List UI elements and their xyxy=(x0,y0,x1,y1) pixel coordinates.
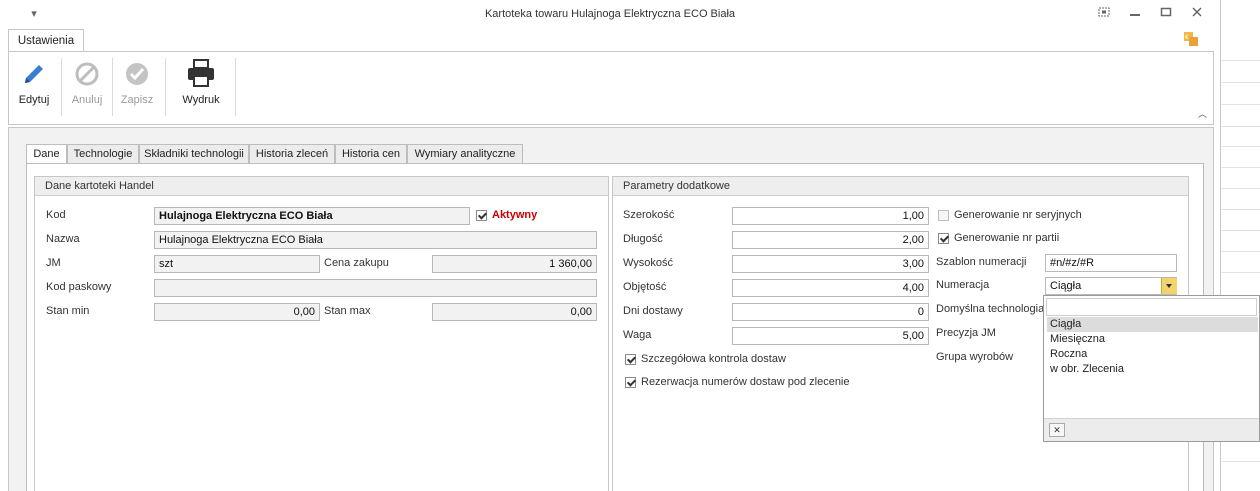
tab-wymiary-analityczne[interactable]: Wymiary analityczne xyxy=(407,144,523,165)
aktywny-label: Aktywny xyxy=(492,209,538,221)
close-icon[interactable] xyxy=(1189,6,1205,22)
svg-text:€: € xyxy=(1185,34,1189,41)
collapse-ribbon-icon[interactable]: ︿ xyxy=(1198,107,1207,120)
window-title: Kartoteka towaru Hulajnoga Elektryczna E… xyxy=(484,8,736,20)
cena-zakupu-field[interactable]: 1 360,00 xyxy=(432,255,597,273)
stan-max-label: Stan max xyxy=(324,305,371,317)
group-dane-kartoteki: Dane kartoteki Handel Kod Hulajnoga Elek… xyxy=(34,176,609,491)
generowanie-partii-label: Generowanie nr partii xyxy=(954,232,1060,244)
language-icon[interactable]: € xyxy=(1184,32,1198,46)
dropdown-filter-field[interactable] xyxy=(1046,298,1257,316)
tab-page-dane: Dane kartoteki Handel Kod Hulajnoga Elek… xyxy=(26,163,1204,491)
jm-field[interactable]: szt xyxy=(154,255,320,273)
objetosc-field[interactable]: 4,00 xyxy=(732,279,929,297)
ribbon-tab-settings[interactable]: Ustawienia xyxy=(8,29,84,52)
kod-label: Kod xyxy=(46,209,66,221)
szablon-numeracji-field[interactable]: #n/#z/#R xyxy=(1045,254,1177,272)
szczegolowa-kontrola-label: Szczegółowa kontrola dostaw xyxy=(641,353,786,365)
objetosc-label: Objętość xyxy=(623,281,667,293)
tab-historia-cen[interactable]: Historia cen xyxy=(335,144,407,165)
title-bar: ▾ Kartoteka towaru Hulajnoga Elektryczna… xyxy=(0,0,1220,28)
generowanie-seryjnych-label: Generowanie nr seryjnych xyxy=(954,209,1082,221)
kod-paskowy-label: Kod paskowy xyxy=(46,281,112,293)
nazwa-field[interactable]: Hulajnoga Elektryczna ECO Biała xyxy=(154,231,597,249)
save-button-label: Zapisz xyxy=(120,94,154,106)
numeracja-label: Numeracja xyxy=(936,279,990,291)
group-title: Parametry dodatkowe xyxy=(613,177,1188,196)
tab-skladniki-technologii[interactable]: Składniki technologii xyxy=(139,144,249,165)
item-card-window: ▾ Kartoteka towaru Hulajnoga Elektryczna… xyxy=(0,0,1221,491)
dropdown-option-miesieczna[interactable]: Miesięczna xyxy=(1047,332,1258,347)
kod-paskowy-field[interactable] xyxy=(154,279,597,297)
cancel-button-label: Anuluj xyxy=(71,94,103,106)
nazwa-label: Nazwa xyxy=(46,233,80,245)
checkmark-icon xyxy=(126,63,148,85)
kod-field[interactable]: Hulajnoga Elektryczna ECO Biała xyxy=(154,207,470,225)
stan-min-field[interactable]: 0,00 xyxy=(154,303,320,321)
print-button[interactable]: Wydruk xyxy=(175,52,227,124)
stan-max-field[interactable]: 0,00 xyxy=(432,303,597,321)
numeracja-dropdown-list: Ciągła Miesięczna Roczna w obr. Zlecenia… xyxy=(1043,295,1260,442)
clear-selection-icon[interactable]: ✕ xyxy=(1049,423,1065,437)
cena-zakupu-label: Cena zakupu xyxy=(324,257,389,269)
precyzja-jm-label: Precyzja JM xyxy=(936,327,996,339)
content-area: Dane Technologie Składniki technologii H… xyxy=(8,127,1214,491)
dropdown-option-ciagla[interactable]: Ciągła xyxy=(1047,317,1258,332)
szerokosc-label: Szerokość xyxy=(623,209,675,221)
wysokosc-label: Wysokość xyxy=(623,257,674,269)
dlugosc-label: Długość xyxy=(623,233,663,245)
printer-icon xyxy=(188,59,214,87)
waga-label: Waga xyxy=(623,329,652,341)
domyslna-technologia-label: Domyślna technologia xyxy=(936,303,1045,315)
grupa-wyrobow-label: Grupa wyrobów xyxy=(936,351,1014,363)
numeracja-value: Ciągła xyxy=(1050,280,1082,292)
numeracja-select[interactable]: Ciągła xyxy=(1045,277,1177,295)
dropdown-option-w-obr-zlecenia[interactable]: w obr. Zlecenia xyxy=(1047,362,1258,377)
waga-field[interactable]: 5,00 xyxy=(732,327,929,345)
ribbon-toolbar: Edytuj Anuluj Zapisz Wydruk ︿ xyxy=(8,51,1214,125)
dni-dostawy-label: Dni dostawy xyxy=(623,305,683,317)
group-title: Dane kartoteki Handel xyxy=(35,177,608,196)
aktywny-checkbox[interactable] xyxy=(476,210,487,221)
ribbon-tab-strip: Ustawienia € xyxy=(0,28,1220,52)
stan-min-label: Stan min xyxy=(46,305,90,317)
tab-historia-zlecen[interactable]: Historia zleceń xyxy=(249,144,335,165)
jm-label: JM xyxy=(46,257,61,269)
maximize-icon[interactable] xyxy=(1158,6,1174,22)
restore-layout-icon[interactable] xyxy=(1096,6,1112,22)
szablon-numeracji-label: Szablon numeracji xyxy=(936,256,1027,268)
edit-button-label: Edytuj xyxy=(18,94,50,106)
edit-button[interactable]: Edytuj xyxy=(9,52,59,124)
wysokosc-field[interactable]: 3,00 xyxy=(732,255,929,273)
pencil-icon xyxy=(25,65,43,83)
cancel-icon xyxy=(75,62,99,86)
save-button[interactable]: Zapisz xyxy=(113,52,161,124)
dropdown-footer: ✕ xyxy=(1044,418,1259,441)
generowanie-partii-checkbox[interactable] xyxy=(938,233,949,244)
print-button-label: Wydruk xyxy=(182,94,220,106)
cancel-button[interactable]: Anuluj xyxy=(63,52,111,124)
minimize-icon[interactable] xyxy=(1127,6,1143,22)
rezerwacja-label: Rezerwacja numerów dostaw pod zlecenie xyxy=(641,376,850,388)
generowanie-seryjnych-checkbox[interactable] xyxy=(938,210,949,221)
dlugosc-field[interactable]: 2,00 xyxy=(732,231,929,249)
numeracja-dropdown-button[interactable] xyxy=(1161,278,1177,294)
szerokosc-field[interactable]: 1,00 xyxy=(732,207,929,225)
szczegolowa-kontrola-checkbox[interactable] xyxy=(625,354,636,365)
rezerwacja-checkbox[interactable] xyxy=(625,377,636,388)
dropdown-option-roczna[interactable]: Roczna xyxy=(1047,347,1258,362)
tab-technologie[interactable]: Technologie xyxy=(67,144,139,165)
dni-dostawy-field[interactable]: 0 xyxy=(732,303,929,321)
